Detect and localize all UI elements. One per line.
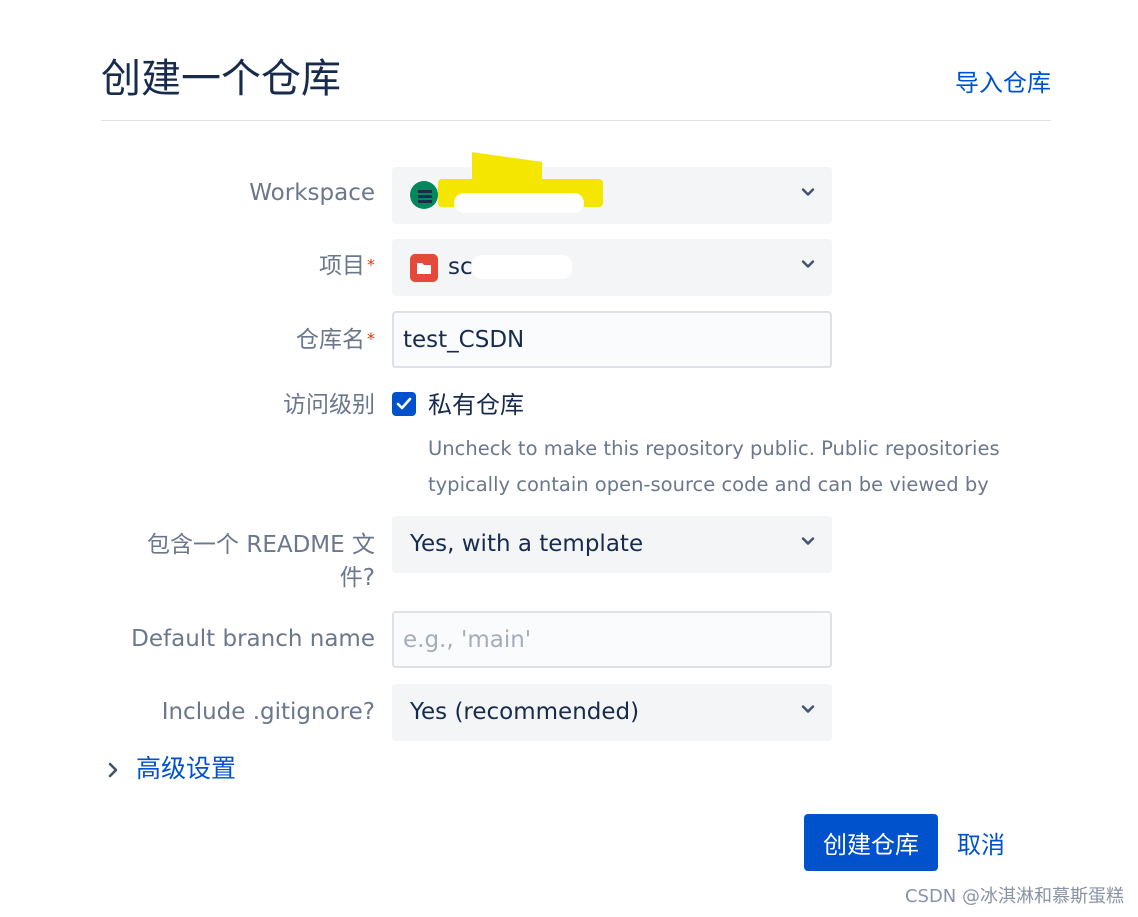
page-title: 创建一个仓库 (101, 56, 341, 102)
page-header: 创建一个仓库 导入仓库 (101, 50, 1051, 121)
checkmark-icon (396, 397, 412, 410)
project-value: sc (448, 254, 473, 280)
gitignore-select[interactable]: Yes (recommended) (392, 684, 832, 741)
chevron-right-icon (108, 762, 118, 778)
workspace-avatar (410, 181, 438, 209)
readme-select[interactable]: Yes, with a template (392, 516, 832, 573)
redaction-whiteout (454, 193, 584, 213)
gitignore-value: Yes (recommended) (410, 699, 640, 725)
access-level-label: 访问级别 (283, 392, 375, 418)
chevron-down-icon (801, 537, 815, 545)
redaction-whiteout (472, 255, 572, 279)
repo-name-input[interactable] (392, 311, 832, 368)
readme-label: 包含一个 README 文 件? (147, 532, 375, 591)
required-asterisk: * (367, 255, 375, 274)
readme-value: Yes, with a template (410, 531, 644, 557)
project-select[interactable]: sc (392, 239, 832, 296)
chevron-down-icon (801, 188, 815, 196)
cancel-button[interactable]: 取消 (946, 814, 1016, 871)
workspace-select[interactable] (392, 152, 832, 224)
import-repository-link[interactable]: 导入仓库 (955, 67, 1051, 99)
project-label: 项目 * (319, 253, 375, 279)
chevron-down-icon (801, 705, 815, 713)
project-icon (410, 254, 438, 282)
create-repository-button[interactable]: 创建仓库 (804, 814, 938, 871)
watermark: CSDN @冰淇淋和慕斯蛋糕 (904, 886, 1124, 907)
private-repo-label[interactable]: 私有仓库 (428, 389, 524, 421)
default-branch-label: Default branch name (131, 626, 375, 652)
gitignore-label: Include .gitignore? (161, 699, 375, 725)
workspace-label: Workspace (249, 180, 375, 206)
private-repo-checkbox[interactable] (392, 392, 416, 416)
chevron-down-icon (801, 260, 815, 268)
default-branch-input[interactable] (392, 611, 832, 668)
required-asterisk: * (367, 329, 375, 348)
advanced-settings-label: 高级设置 (136, 754, 237, 783)
repo-name-label: 仓库名 * (296, 327, 375, 353)
create-repository-page: 创建一个仓库 导入仓库 Workspace 项目* sc 仓库名* 访问级别 私… (0, 0, 1138, 917)
